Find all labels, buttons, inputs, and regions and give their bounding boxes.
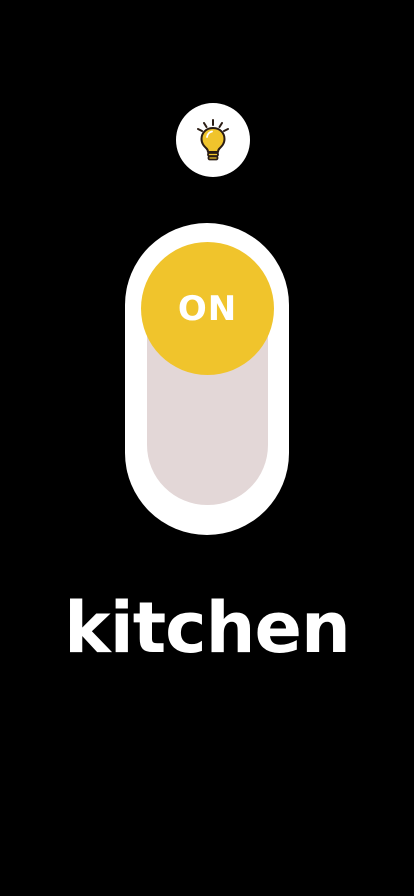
room-name: kitchen	[64, 587, 351, 669]
lightbulb-icon	[190, 117, 236, 163]
switch-state-label: ON	[177, 288, 238, 329]
lightbulb-badge	[176, 103, 250, 177]
screen: ON kitchen	[0, 0, 414, 896]
switch-knob[interactable]: ON	[141, 242, 274, 375]
